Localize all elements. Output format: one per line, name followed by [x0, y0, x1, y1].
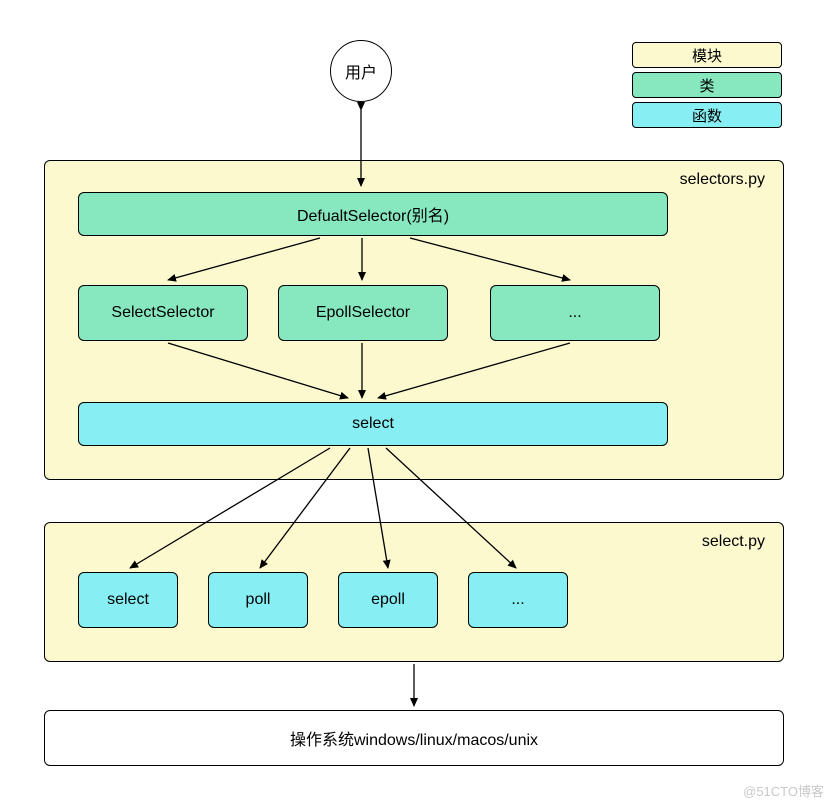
user-circle: 用户	[330, 40, 392, 102]
epoll-func-label: epoll	[371, 591, 405, 609]
select-func: select	[78, 572, 178, 628]
select-func-label: select	[107, 591, 149, 609]
select-module-filename: select.py	[702, 533, 765, 551]
select-selector-class: SelectSelector	[78, 285, 248, 341]
legend-function-label: 函数	[692, 105, 722, 126]
ellipsis-func: ...	[468, 572, 568, 628]
selectors-select-function: select	[78, 402, 668, 446]
watermark: @51CTO博客	[743, 781, 824, 800]
os-box: 操作系统windows/linux/macos/unix	[44, 710, 784, 766]
selectors-select-label: select	[352, 415, 394, 433]
poll-func-label: poll	[246, 591, 271, 609]
default-selector-label: DefualtSelector(别名)	[297, 202, 449, 226]
legend-function: 函数	[632, 102, 782, 128]
epoll-selector-label: EpollSelector	[316, 304, 410, 322]
poll-func: poll	[208, 572, 308, 628]
ellipsis-selector-class: ...	[490, 285, 660, 341]
user-label: 用户	[345, 59, 377, 83]
legend-class: 类	[632, 72, 782, 98]
os-label: 操作系统windows/linux/macos/unix	[290, 726, 538, 750]
diagram-stage: 模块 类 函数 用户 selectors.py DefualtSelector(…	[0, 0, 832, 804]
legend-module-label: 模块	[692, 45, 722, 66]
ellipsis-selector-label: ...	[568, 304, 581, 322]
legend-class-label: 类	[699, 75, 714, 96]
selectors-module-filename: selectors.py	[680, 171, 765, 189]
legend-module: 模块	[632, 42, 782, 68]
ellipsis-func-label: ...	[511, 591, 524, 609]
default-selector-class: DefualtSelector(别名)	[78, 192, 668, 236]
epoll-func: epoll	[338, 572, 438, 628]
epoll-selector-class: EpollSelector	[278, 285, 448, 341]
select-selector-label: SelectSelector	[111, 304, 214, 322]
